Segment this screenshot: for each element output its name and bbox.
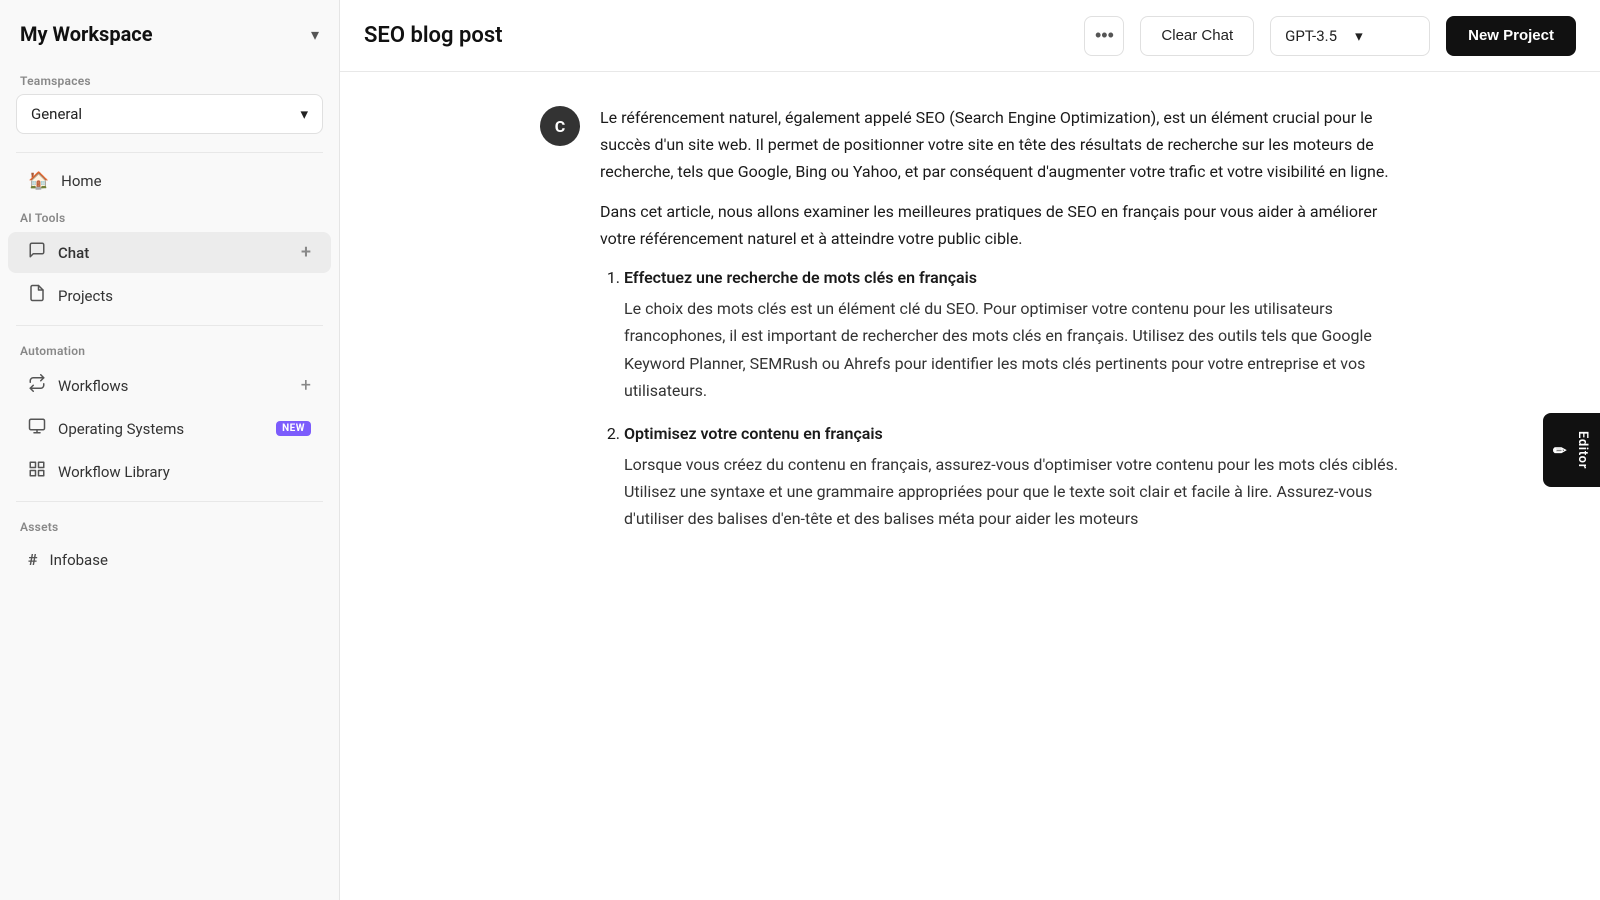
- model-label: GPT-3.5: [1285, 27, 1345, 45]
- sidebar-item-workflows-label: Workflows: [58, 377, 289, 395]
- list-item-1-body: Le choix des mots clés est un élément cl…: [624, 299, 1372, 400]
- sidebar-item-operating-systems-label: Operating Systems: [58, 420, 264, 438]
- workflows-add-icon[interactable]: +: [301, 375, 311, 396]
- sidebar-item-projects[interactable]: Projects: [8, 275, 331, 316]
- message-para2: Dans cet article, nous allons examiner l…: [600, 198, 1400, 252]
- chat-icon: [28, 241, 46, 264]
- sidebar-item-chat[interactable]: Chat +: [8, 232, 331, 273]
- message-body: Le référencement naturel, également appe…: [600, 104, 1400, 549]
- model-selector[interactable]: GPT-3.5 ▾: [1270, 16, 1430, 56]
- teamspace-chevron-icon: ▾: [300, 105, 308, 123]
- chat-add-icon[interactable]: +: [301, 242, 311, 263]
- editor-tab-label: Editor: [1575, 431, 1590, 469]
- divider-1: [16, 152, 323, 153]
- workspace-title: My Workspace: [20, 22, 153, 46]
- sidebar: My Workspace ▾ Teamspaces General ▾ 🏠 Ho…: [0, 0, 340, 900]
- list-item-1: Effectuez une recherche de mots clés en …: [624, 264, 1400, 404]
- teamspace-selected: General: [31, 105, 82, 123]
- infobase-icon: #: [28, 550, 37, 569]
- sidebar-item-chat-label: Chat: [58, 244, 289, 262]
- more-options-button[interactable]: •••: [1084, 16, 1124, 56]
- clear-chat-button[interactable]: Clear Chat: [1140, 16, 1254, 56]
- sidebar-item-home[interactable]: 🏠 Home: [8, 162, 331, 200]
- message-list: Effectuez une recherche de mots clés en …: [600, 264, 1400, 533]
- operating-systems-icon: [28, 417, 46, 440]
- pencil-icon: ✏: [1553, 441, 1567, 460]
- automation-label: Automation: [0, 334, 339, 364]
- avatar: C: [540, 106, 580, 146]
- chat-content: C Le référencement naturel, également ap…: [340, 72, 1600, 900]
- home-icon: 🏠: [28, 171, 49, 191]
- sidebar-item-operating-systems[interactable]: Operating Systems NEW: [8, 408, 331, 449]
- sidebar-item-workflow-library-label: Workflow Library: [58, 463, 311, 481]
- workflow-library-icon: [28, 460, 46, 483]
- editor-tab[interactable]: Editor ✏: [1543, 413, 1600, 487]
- projects-icon: [28, 284, 46, 307]
- assets-label: Assets: [0, 510, 339, 540]
- sidebar-item-workflows[interactable]: Workflows +: [8, 365, 331, 406]
- sidebar-item-infobase[interactable]: # Infobase: [8, 541, 331, 578]
- teamspaces-label: Teamspaces: [0, 64, 339, 94]
- sidebar-item-infobase-label: Infobase: [49, 551, 311, 569]
- divider-2: [16, 325, 323, 326]
- chat-title: SEO blog post: [364, 23, 1068, 48]
- model-chevron-icon: ▾: [1355, 27, 1415, 45]
- sidebar-item-projects-label: Projects: [58, 287, 311, 305]
- sidebar-item-home-label: Home: [61, 172, 311, 190]
- new-project-button[interactable]: New Project: [1446, 16, 1576, 56]
- message-para1: Le référencement naturel, également appe…: [600, 104, 1400, 186]
- teamspace-dropdown[interactable]: General ▾: [16, 94, 323, 134]
- ai-tools-label: AI Tools: [0, 201, 339, 231]
- chat-header: SEO blog post ••• Clear Chat GPT-3.5 ▾ N…: [340, 0, 1600, 72]
- list-item-2-body: Lorsque vous créez du contenu en françai…: [624, 455, 1398, 528]
- workspace-selector[interactable]: My Workspace ▾: [0, 0, 339, 64]
- operating-systems-badge: NEW: [276, 421, 311, 436]
- list-item-2-title: Optimisez votre contenu en français: [624, 420, 1400, 447]
- workspace-chevron-icon: ▾: [311, 25, 319, 44]
- list-item-2: Optimisez votre contenu en français Lors…: [624, 420, 1400, 533]
- divider-3: [16, 501, 323, 502]
- workflows-icon: [28, 374, 46, 397]
- list-item-1-title: Effectuez une recherche de mots clés en …: [624, 264, 1400, 291]
- sidebar-item-workflow-library[interactable]: Workflow Library: [8, 451, 331, 492]
- message-block: C Le référencement naturel, également ap…: [540, 104, 1400, 549]
- main-panel: SEO blog post ••• Clear Chat GPT-3.5 ▾ N…: [340, 0, 1600, 900]
